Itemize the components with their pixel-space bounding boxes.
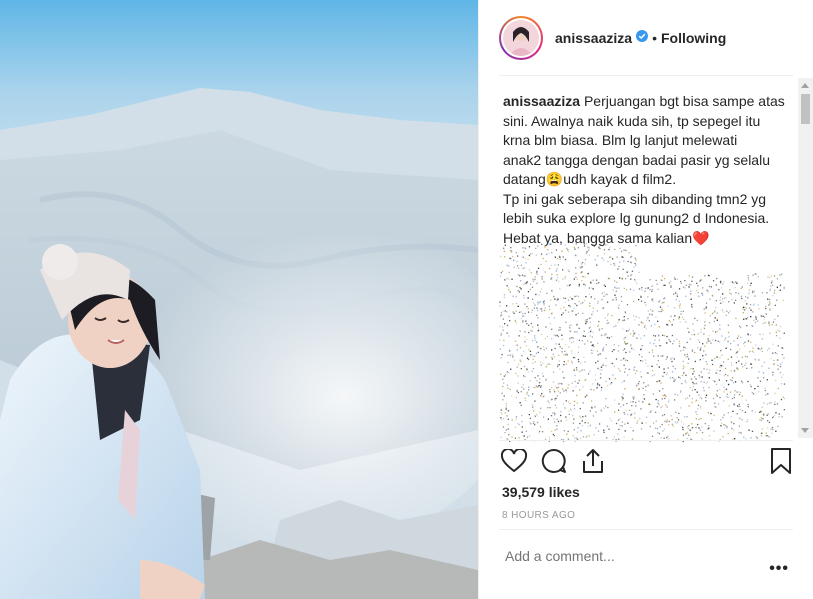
- header-divider: [499, 75, 793, 76]
- caption-line: lebih suka explore lg gunung2 d Indonesi…: [503, 210, 770, 226]
- avatar[interactable]: [499, 16, 543, 60]
- instagram-post-modal: anissaaziza • Following anissaaziza Perj…: [0, 0, 813, 599]
- caption-line: datang😩udh kayak d film2.: [503, 171, 677, 187]
- username-link[interactable]: anissaaziza: [555, 30, 632, 46]
- scroll-down-icon[interactable]: [801, 428, 809, 433]
- following-button[interactable]: Following: [661, 30, 726, 46]
- bookmark-icon[interactable]: [771, 448, 791, 479]
- actions-divider: [499, 440, 793, 441]
- separator-dot: •: [652, 30, 657, 46]
- caption-username[interactable]: anissaaziza: [503, 93, 580, 109]
- verified-badge-icon: [636, 29, 649, 47]
- caption-line: anak2 tangga dengan badai pasir yg selal…: [503, 151, 770, 168]
- comment-input[interactable]: [503, 547, 757, 565]
- likes-count[interactable]: 39,579 likes: [502, 484, 580, 500]
- blurred-comments: [499, 243, 786, 443]
- post-timestamp: 8 HOURS AGO: [502, 510, 576, 521]
- comments-scrollbar[interactable]: [798, 78, 813, 438]
- post-photo[interactable]: [0, 0, 478, 599]
- caption-line: Tp ini gak seberapa sih dibanding tmn2 y…: [503, 190, 767, 207]
- scroll-thumb[interactable]: [801, 94, 810, 124]
- post-header: anissaaziza • Following: [499, 14, 726, 62]
- caption-line: Perjuangan bgt bisa sampe atas: [580, 93, 785, 109]
- comment-icon[interactable]: [541, 448, 567, 474]
- heart-icon[interactable]: [501, 449, 527, 473]
- comment-divider: [499, 529, 793, 530]
- more-options-icon[interactable]: •••: [769, 560, 789, 578]
- scroll-up-icon[interactable]: [801, 83, 809, 88]
- action-bar: [501, 448, 619, 474]
- post-sidebar: anissaaziza • Following anissaaziza Perj…: [478, 0, 813, 599]
- caption-line: sini. Awalnya naik kuda sih, tp sepegel …: [503, 112, 761, 129]
- share-icon[interactable]: [581, 448, 605, 474]
- post-caption: anissaaziza Perjuangan bgt bisa sampe at…: [503, 92, 793, 248]
- caption-line: krna blm biasa. Blm lg lanjut melewati: [503, 132, 738, 148]
